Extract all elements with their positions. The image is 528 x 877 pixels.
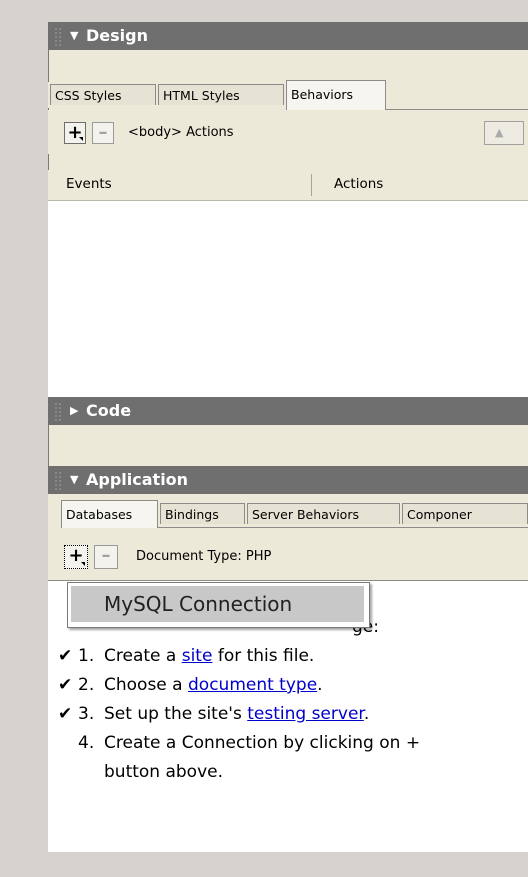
code-panel-header[interactable]: ▶ Code: [48, 397, 528, 425]
scroll-up-arrow-icon[interactable]: ▲: [484, 121, 524, 145]
column-divider[interactable]: [311, 174, 312, 196]
add-connection-menu: MySQL Connection: [67, 582, 370, 628]
application-panel-header[interactable]: ▼ Application: [48, 466, 528, 494]
expand-triangle-icon: ▼: [70, 473, 79, 486]
add-behavior-button[interactable]: +: [64, 122, 86, 144]
tab-server-behaviors[interactable]: Server Behaviors: [247, 503, 400, 524]
code-panel-title: Code: [86, 401, 132, 420]
design-panel-title: Design: [86, 26, 148, 45]
collapsed-triangle-icon: ▶: [70, 404, 79, 417]
step-4-continued: button above.: [104, 762, 224, 782]
add-database-button[interactable]: +: [64, 545, 88, 569]
events-actions-header: Events Actions: [48, 170, 528, 201]
menu-item-mysql-connection[interactable]: MySQL Connection: [71, 586, 364, 622]
behaviors-toolbar: + – <body> Actions ▲: [48, 110, 528, 154]
testing-server-link[interactable]: testing server: [247, 704, 364, 724]
events-column-header[interactable]: Events: [66, 176, 112, 192]
step-4: 4. Create a Connection by clicking on +: [78, 733, 421, 753]
checkmark-icon: ✔: [58, 675, 73, 695]
toolbar-label: <body> Actions: [128, 125, 234, 140]
tab-html-styles[interactable]: HTML Styles: [158, 84, 284, 105]
setup-steps: ✔ 1. Create a site for this file. ✔ 2. C…: [58, 642, 498, 787]
databases-toolbar: + – Document Type: PHP: [48, 528, 528, 580]
grip-icon[interactable]: [54, 402, 62, 422]
expand-triangle-icon: ▼: [70, 29, 79, 42]
checkmark-icon: ✔: [58, 704, 73, 724]
tab-behaviors[interactable]: Behaviors: [286, 80, 386, 110]
checkmark-icon: ✔: [58, 646, 73, 666]
design-panel-header[interactable]: ▼ Design: [48, 22, 528, 50]
tab-bindings[interactable]: Bindings: [160, 503, 245, 524]
actions-column-header[interactable]: Actions: [334, 176, 383, 192]
step-2: ✔ 2. Choose a document type.: [58, 671, 498, 700]
grip-icon[interactable]: [54, 27, 62, 47]
remove-database-button[interactable]: –: [94, 545, 118, 569]
tab-databases[interactable]: Databases: [61, 500, 158, 528]
application-panel-title: Application: [86, 470, 189, 489]
events-list[interactable]: [48, 201, 528, 397]
site-link[interactable]: site: [182, 646, 213, 666]
step-1: ✔ 1. Create a site for this file.: [58, 642, 498, 671]
grip-icon[interactable]: [54, 471, 62, 491]
tab-components[interactable]: Componer: [402, 503, 528, 524]
document-type-label: Document Type: PHP: [136, 549, 272, 564]
tab-css-styles[interactable]: CSS Styles: [50, 84, 156, 105]
remove-behavior-button[interactable]: –: [92, 122, 114, 144]
step-3: ✔ 3. Set up the site's testing server.: [58, 700, 498, 729]
document-type-link[interactable]: document type: [188, 675, 317, 695]
